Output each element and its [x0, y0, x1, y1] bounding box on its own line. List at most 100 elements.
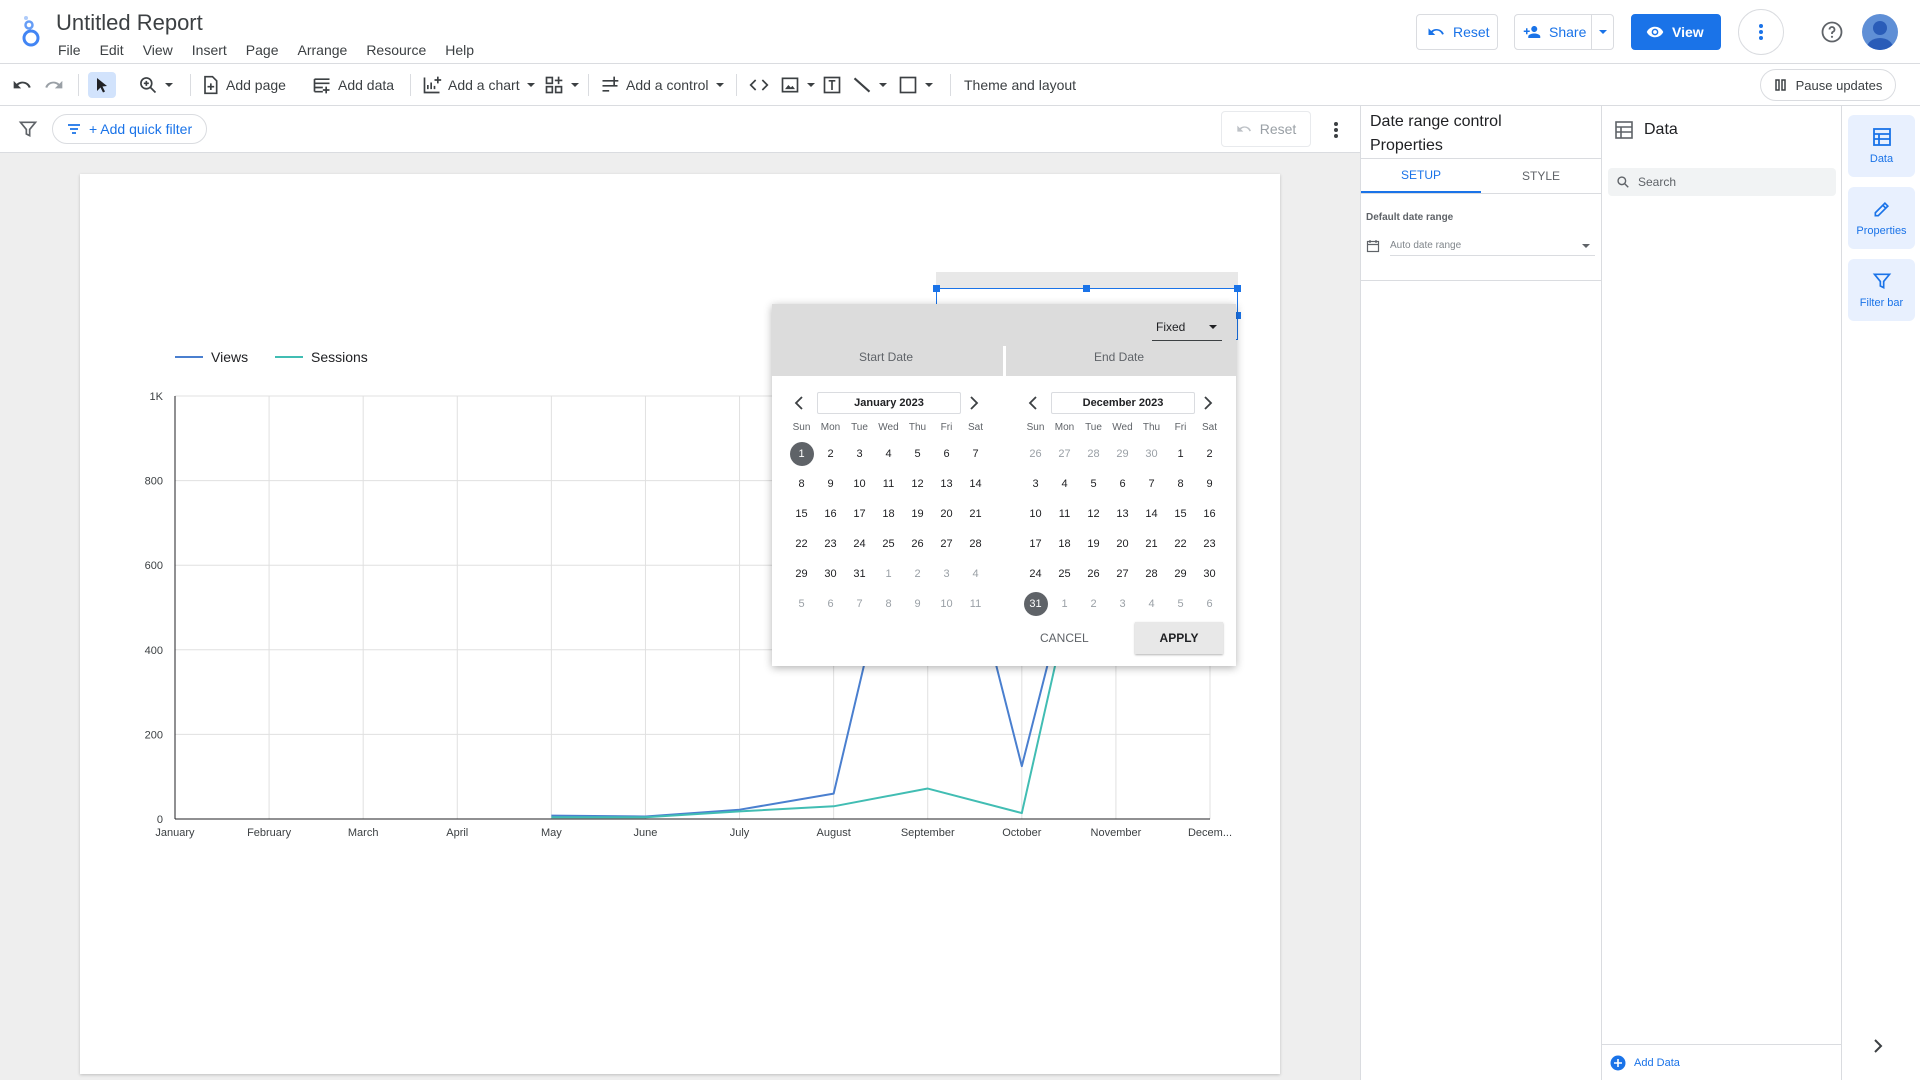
end-day-cell[interactable]: 21 [1137, 529, 1166, 559]
end-day-cell[interactable]: 20 [1108, 529, 1137, 559]
start-day-cell[interactable]: 2 [816, 439, 845, 469]
start-day-cell[interactable]: 10 [932, 589, 961, 619]
end-day-cell[interactable]: 29 [1108, 439, 1137, 469]
start-day-cell[interactable]: 21 [961, 499, 990, 529]
reset-button[interactable]: Reset [1416, 14, 1498, 50]
end-day-cell[interactable]: 10 [1021, 499, 1050, 529]
legend-label[interactable]: Sessions [311, 349, 368, 365]
image-button[interactable] [780, 72, 816, 98]
view-button[interactable]: View [1631, 14, 1721, 50]
apply-button[interactable]: APPLY [1135, 622, 1223, 654]
menu-page[interactable]: Page [244, 40, 288, 60]
chevron-right-icon[interactable] [1203, 396, 1213, 410]
end-day-cell[interactable]: 31 [1021, 589, 1050, 619]
start-day-cell[interactable]: 6 [932, 439, 961, 469]
start-day-cell[interactable]: 3 [845, 439, 874, 469]
rail-data-tab[interactable]: Data [1848, 115, 1915, 177]
resize-handle[interactable] [933, 285, 940, 292]
rail-properties-tab[interactable]: Properties [1848, 187, 1915, 249]
end-day-cell[interactable]: 4 [1050, 469, 1079, 499]
end-day-cell[interactable]: 30 [1137, 439, 1166, 469]
start-day-cell[interactable]: 20 [932, 499, 961, 529]
start-day-cell[interactable]: 13 [932, 469, 961, 499]
end-day-cell[interactable]: 3 [1108, 589, 1137, 619]
end-day-cell[interactable]: 27 [1050, 439, 1079, 469]
menu-help[interactable]: Help [443, 40, 483, 60]
start-day-cell[interactable]: 12 [903, 469, 932, 499]
start-month-select[interactable]: January 2023 [817, 392, 961, 414]
default-date-range-dropdown[interactable]: Auto date range [1366, 234, 1595, 258]
end-day-cell[interactable]: 23 [1195, 529, 1224, 559]
start-day-cell[interactable]: 4 [961, 559, 990, 589]
start-day-cell[interactable]: 18 [874, 499, 903, 529]
menu-resource[interactable]: Resource [364, 40, 435, 60]
add-data-link[interactable]: Add Data [1602, 1044, 1842, 1080]
end-day-cell[interactable]: 2 [1079, 589, 1108, 619]
start-day-cell[interactable]: 26 [903, 529, 932, 559]
end-day-cell[interactable]: 6 [1195, 589, 1224, 619]
start-day-cell[interactable]: 22 [787, 529, 816, 559]
start-day-cell[interactable]: 14 [961, 469, 990, 499]
cancel-button[interactable]: CANCEL [1040, 631, 1089, 645]
menu-arrange[interactable]: Arrange [296, 40, 357, 60]
end-day-cell[interactable]: 28 [1137, 559, 1166, 589]
shape-button[interactable] [898, 72, 934, 98]
end-day-cell[interactable]: 29 [1166, 559, 1195, 589]
start-day-cell[interactable]: 4 [874, 439, 903, 469]
theme-layout-button[interactable]: Theme and layout [964, 72, 1076, 98]
end-day-cell[interactable]: 19 [1079, 529, 1108, 559]
end-day-cell[interactable]: 25 [1050, 559, 1079, 589]
looker-studio-logo-icon[interactable] [18, 14, 48, 48]
start-day-cell[interactable]: 24 [845, 529, 874, 559]
end-day-cell[interactable]: 22 [1166, 529, 1195, 559]
resize-handle[interactable] [1234, 285, 1241, 292]
add-data-button[interactable]: Add data [312, 72, 394, 98]
add-control-button[interactable]: Add a control [600, 72, 725, 98]
end-day-cell[interactable]: 1 [1050, 589, 1079, 619]
end-day-cell[interactable]: 12 [1079, 499, 1108, 529]
menu-file[interactable]: File [56, 40, 90, 60]
end-day-cell[interactable]: 15 [1166, 499, 1195, 529]
end-day-cell[interactable]: 8 [1166, 469, 1195, 499]
end-month-select[interactable]: December 2023 [1051, 392, 1195, 414]
start-day-cell[interactable]: 8 [874, 589, 903, 619]
menu-insert[interactable]: Insert [190, 40, 236, 60]
avatar[interactable] [1862, 14, 1898, 50]
end-day-cell[interactable]: 1 [1166, 439, 1195, 469]
end-day-cell[interactable]: 30 [1195, 559, 1224, 589]
end-day-cell[interactable]: 13 [1108, 499, 1137, 529]
pause-updates-button[interactable]: Pause updates [1760, 69, 1896, 101]
end-day-cell[interactable]: 5 [1166, 589, 1195, 619]
more-options-button[interactable] [1738, 9, 1784, 55]
filter-icon[interactable] [18, 119, 38, 139]
resize-handle[interactable] [1083, 285, 1090, 292]
community-viz-button[interactable] [544, 72, 580, 98]
start-day-cell[interactable]: 27 [932, 529, 961, 559]
end-day-cell[interactable]: 7 [1137, 469, 1166, 499]
chevron-right-icon[interactable] [1872, 1038, 1884, 1054]
end-day-cell[interactable]: 17 [1021, 529, 1050, 559]
start-day-cell[interactable]: 7 [961, 439, 990, 469]
legend-label[interactable]: Views [211, 349, 248, 365]
menu-edit[interactable]: Edit [98, 40, 133, 60]
end-day-cell[interactable]: 11 [1050, 499, 1079, 529]
text-button[interactable] [822, 72, 842, 98]
start-day-cell[interactable]: 11 [961, 589, 990, 619]
redo-button[interactable] [44, 72, 64, 98]
start-day-cell[interactable]: 1 [787, 439, 816, 469]
end-day-cell[interactable]: 9 [1195, 469, 1224, 499]
chevron-right-icon[interactable] [969, 396, 979, 410]
add-page-button[interactable]: Add page [200, 72, 286, 98]
end-day-cell[interactable]: 3 [1021, 469, 1050, 499]
share-dropdown-toggle[interactable] [1591, 15, 1613, 49]
start-day-cell[interactable]: 2 [903, 559, 932, 589]
line-button[interactable] [852, 72, 888, 98]
start-day-cell[interactable]: 28 [961, 529, 990, 559]
date-mode-dropdown[interactable]: Fixed [1152, 313, 1222, 341]
start-day-cell[interactable]: 30 [816, 559, 845, 589]
end-day-cell[interactable]: 14 [1137, 499, 1166, 529]
tab-style[interactable]: STYLE [1481, 159, 1601, 193]
start-day-cell[interactable]: 5 [903, 439, 932, 469]
end-day-cell[interactable]: 4 [1137, 589, 1166, 619]
start-day-cell[interactable]: 17 [845, 499, 874, 529]
